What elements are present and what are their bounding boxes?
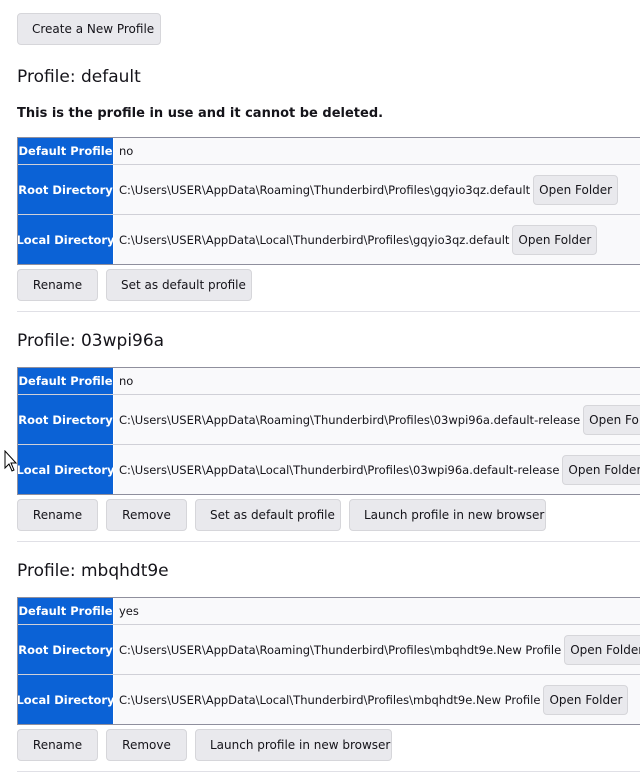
rename-button[interactable]: Rename [17, 729, 98, 761]
root-directory-path: C:\Users\USER\AppData\Roaming\Thunderbir… [119, 642, 562, 657]
profile-title-default: Profile: default [17, 67, 141, 87]
root-directory-value: C:\Users\USER\AppData\Roaming\Thunderbir… [114, 165, 640, 214]
profile-table-03wpi96a: Default Profile no Root Directory C:\Use… [17, 367, 640, 495]
open-root-folder-button[interactable]: Open Folder [583, 404, 640, 435]
local-directory-row: Local Directory C:\Users\USER\AppData\Lo… [18, 445, 640, 494]
launch-profile-button[interactable]: Launch profile in new browser [195, 729, 392, 761]
remove-button[interactable]: Remove [106, 499, 187, 531]
local-directory-path: C:\Users\USER\AppData\Local\Thunderbird\… [119, 692, 541, 707]
root-directory-row: Root Directory C:\Users\USER\AppData\Roa… [18, 165, 640, 215]
default-profile-row: Default Profile no [18, 368, 640, 395]
create-profile-button[interactable]: Create a New Profile [17, 13, 161, 45]
open-local-folder-button[interactable]: Open Folder [543, 684, 629, 715]
root-directory-label: Root Directory [18, 395, 114, 444]
local-directory-path: C:\Users\USER\AppData\Local\Thunderbird\… [119, 462, 560, 477]
local-directory-label: Local Directory [18, 675, 115, 724]
default-profile-row: Default Profile yes [18, 598, 640, 625]
set-default-button[interactable]: Set as default profile [106, 269, 252, 301]
local-directory-value: C:\Users\USER\AppData\Local\Thunderbird\… [114, 675, 640, 724]
open-local-folder-button[interactable]: Open Folder [562, 454, 640, 485]
open-local-folder-button[interactable]: Open Folder [512, 224, 598, 255]
profile-table-default: Default Profile no Root Directory C:\Use… [17, 137, 640, 265]
root-directory-label: Root Directory [18, 165, 114, 214]
launch-profile-button[interactable]: Launch profile in new browser [349, 499, 546, 531]
local-directory-path: C:\Users\USER\AppData\Local\Thunderbird\… [119, 232, 510, 247]
root-directory-row: Root Directory C:\Users\USER\AppData\Roa… [18, 625, 640, 675]
profile-actions-default: Rename Set as default profile [17, 269, 252, 301]
local-directory-label: Local Directory [18, 215, 115, 264]
local-directory-value: C:\Users\USER\AppData\Local\Thunderbird\… [114, 215, 640, 264]
default-profile-value: yes [114, 598, 640, 624]
default-profile-value: no [114, 368, 640, 394]
root-directory-value: C:\Users\USER\AppData\Roaming\Thunderbir… [114, 625, 640, 674]
mouse-pointer-icon [4, 450, 18, 472]
local-directory-row: Local Directory C:\Users\USER\AppData\Lo… [18, 215, 640, 264]
profile-title-03wpi96a: Profile: 03wpi96a [17, 331, 165, 351]
rename-button[interactable]: Rename [17, 499, 98, 531]
open-root-folder-button[interactable]: Open Folder [564, 634, 640, 665]
default-profile-label: Default Profile [18, 138, 114, 164]
local-directory-value: C:\Users\USER\AppData\Local\Thunderbird\… [114, 445, 640, 494]
local-directory-row: Local Directory C:\Users\USER\AppData\Lo… [18, 675, 640, 724]
profile-actions-03wpi96a: Rename Remove Set as default profile Lau… [17, 499, 546, 531]
profile-in-use-note: This is the profile in use and it cannot… [17, 106, 384, 121]
root-directory-value: C:\Users\USER\AppData\Roaming\Thunderbir… [114, 395, 640, 444]
root-directory-label: Root Directory [18, 625, 114, 674]
default-profile-value: no [114, 138, 640, 164]
set-default-button[interactable]: Set as default profile [195, 499, 341, 531]
profile-table-mbqhdt9e: Default Profile yes Root Directory C:\Us… [17, 597, 640, 725]
remove-button[interactable]: Remove [106, 729, 187, 761]
profile-title-mbqhdt9e: Profile: mbqhdt9e [17, 561, 169, 581]
profile-actions-mbqhdt9e: Rename Remove Launch profile in new brow… [17, 729, 392, 761]
rename-button[interactable]: Rename [17, 269, 98, 301]
default-profile-row: Default Profile no [18, 138, 640, 165]
open-root-folder-button[interactable]: Open Folder [533, 174, 619, 205]
default-profile-label: Default Profile [18, 368, 114, 394]
section-divider [17, 771, 640, 772]
root-directory-row: Root Directory C:\Users\USER\AppData\Roa… [18, 395, 640, 445]
section-divider [17, 311, 640, 312]
section-divider [17, 541, 640, 542]
root-directory-path: C:\Users\USER\AppData\Roaming\Thunderbir… [119, 412, 581, 427]
root-directory-path: C:\Users\USER\AppData\Roaming\Thunderbir… [119, 182, 531, 197]
local-directory-label: Local Directory [18, 445, 115, 494]
default-profile-label: Default Profile [18, 598, 114, 624]
